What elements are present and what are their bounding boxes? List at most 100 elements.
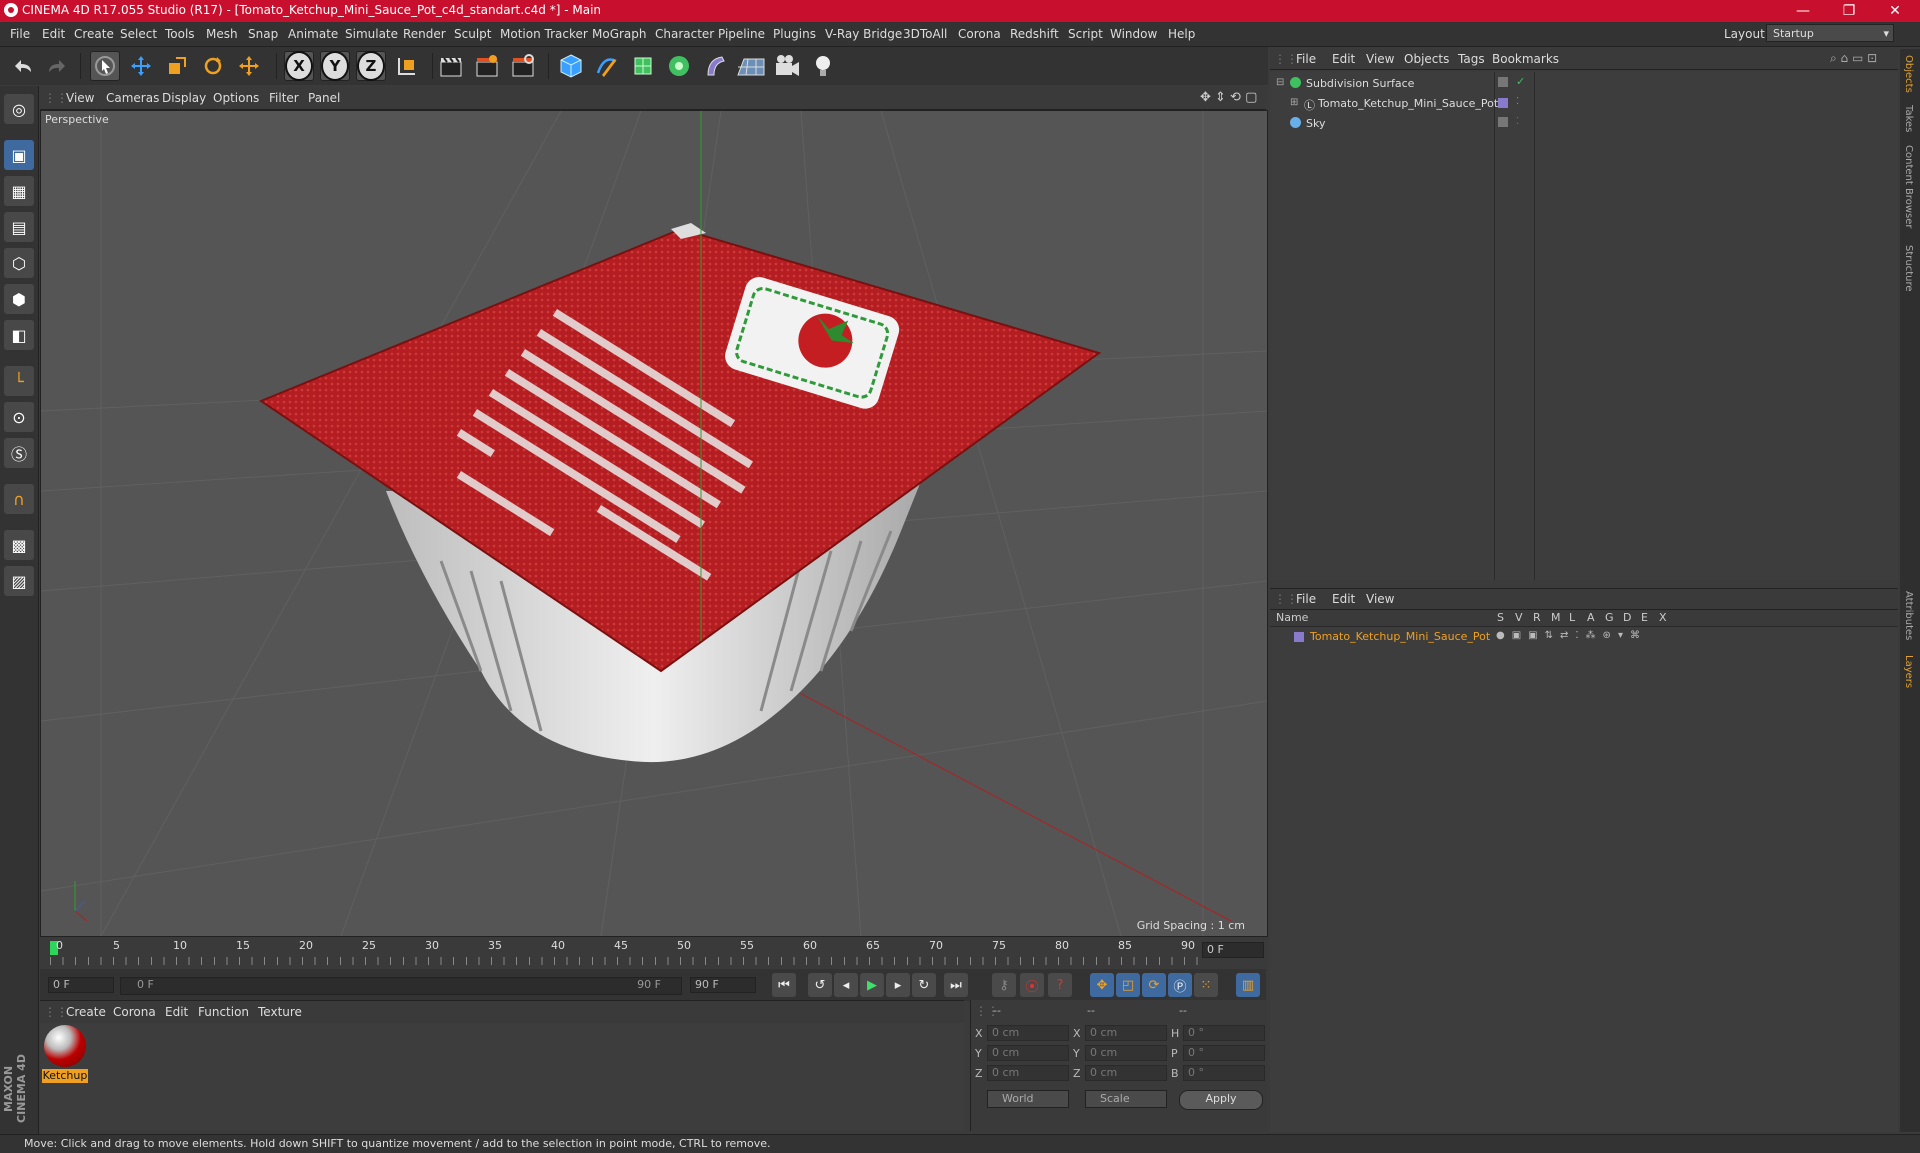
layer-name[interactable]: Tomato_Ketchup_Mini_Sauce_Pot (1310, 630, 1490, 643)
y-axis-lock-button[interactable]: Y (320, 51, 350, 81)
model-mode-button[interactable]: ▣ (4, 140, 34, 170)
add-floor-button[interactable] (736, 51, 766, 81)
layer-menu-view[interactable]: View (1366, 592, 1394, 606)
render-to-picture-viewer-button[interactable] (472, 51, 502, 81)
object-row-sky[interactable]: Sky ⁚ (1270, 114, 1898, 134)
material-menu-function[interactable]: Function (198, 1005, 249, 1019)
menu-edit[interactable]: Edit (42, 27, 65, 41)
material-menu-texture[interactable]: Texture (258, 1005, 302, 1019)
enabled-check-icon[interactable]: ✓ (1516, 75, 1525, 88)
undo-button[interactable] (8, 51, 38, 81)
material-menu-edit[interactable]: Edit (165, 1005, 188, 1019)
tab-content-browser[interactable]: Content Browser (1903, 145, 1914, 228)
layer-col-expressions[interactable]: E (1641, 611, 1648, 624)
add-array-button[interactable] (664, 51, 694, 81)
viewport-navigation-icons[interactable]: ✥ ⇕ ⟲ ▢ (1200, 90, 1257, 105)
menu-motion-tracker[interactable]: Motion Tracker (500, 27, 588, 41)
menu-animate[interactable]: Animate (288, 27, 338, 41)
layer-col-name[interactable]: Name (1276, 611, 1308, 624)
tab-structure[interactable]: Structure (1903, 245, 1914, 292)
menu-file[interactable]: File (10, 27, 30, 41)
visibility-editor-icon[interactable] (1498, 117, 1508, 127)
material-menu-create[interactable]: Create (66, 1005, 106, 1019)
start-frame-field[interactable]: 0 F (48, 977, 114, 993)
keyframe-selection-button[interactable]: ? (1048, 973, 1072, 997)
position-z-field[interactable]: 0 cm (987, 1065, 1069, 1081)
record-position-button[interactable]: ✥ (1090, 973, 1114, 997)
tab-layers[interactable]: Layers (1903, 655, 1914, 688)
object-menu-file[interactable]: File (1296, 52, 1316, 66)
menu-render[interactable]: Render (403, 27, 446, 41)
rotation-p-field[interactable]: 0 ° (1183, 1045, 1265, 1061)
x-axis-lock-button[interactable]: X (284, 51, 314, 81)
menu-corona[interactable]: Corona (958, 27, 1001, 41)
viewport-menu-filter[interactable]: Filter (269, 91, 299, 105)
layout-select[interactable]: Startup (1766, 24, 1894, 43)
viewport-menu-view[interactable]: View (66, 91, 94, 105)
apply-button[interactable]: Apply (1179, 1090, 1263, 1110)
visibility-dots-icon[interactable]: ⁚ (1516, 116, 1519, 127)
tab-takes[interactable]: Takes (1903, 105, 1914, 132)
layer-col-animation[interactable]: A (1587, 611, 1595, 624)
layer-color-swatch[interactable] (1294, 632, 1304, 642)
viewport-menu-cameras[interactable]: Cameras (106, 91, 159, 105)
render-settings-button[interactable] (508, 51, 538, 81)
menu-snap[interactable]: Snap (248, 27, 278, 41)
axis-mode-button[interactable]: └ (4, 366, 34, 396)
menu-window[interactable]: Window (1110, 27, 1157, 41)
next-key-button[interactable]: ↻ (912, 973, 936, 997)
autokey-button[interactable]: ⦿ (1020, 973, 1044, 997)
z-axis-lock-button[interactable]: Z (356, 51, 386, 81)
record-scale-button[interactable]: ◰ (1116, 973, 1140, 997)
move-tool-button[interactable] (126, 51, 156, 81)
material-menu-corona[interactable]: Corona (113, 1005, 156, 1019)
size-mode-select[interactable]: Scale (1085, 1090, 1167, 1108)
make-editable-button[interactable]: ◎ (4, 94, 34, 124)
menu-create[interactable]: Create (74, 27, 114, 41)
menu-character[interactable]: Character (655, 27, 714, 41)
previous-key-button[interactable]: ↺ (808, 973, 832, 997)
position-y-field[interactable]: 0 cm (987, 1045, 1069, 1061)
menu-script[interactable]: Script (1068, 27, 1103, 41)
planar-workplane-button[interactable]: ▨ (4, 566, 34, 596)
size-z-field[interactable]: 0 cm (1085, 1065, 1167, 1081)
add-cube-button[interactable] (556, 51, 586, 81)
menu-redshift[interactable]: Redshift (1010, 27, 1059, 41)
layer-col-locked[interactable]: L (1569, 611, 1575, 624)
material-ketchup[interactable]: Ketchup (40, 1023, 92, 1087)
size-x-field[interactable]: 0 cm (1085, 1025, 1167, 1041)
lock-workplane-button[interactable]: ▩ (4, 530, 34, 560)
add-spline-button[interactable] (592, 51, 622, 81)
minimize-button[interactable]: — (1780, 0, 1826, 22)
menu-mesh[interactable]: Mesh (206, 27, 238, 41)
play-button[interactable]: ▶ (860, 973, 884, 997)
snap-button[interactable]: Ⓢ (4, 438, 34, 468)
object-menu-edit[interactable]: Edit (1332, 52, 1355, 66)
layer-row[interactable]: Tomato_Ketchup_Mini_Sauce_Pot ●▣▣⇅⇄⁚⁂⊛▾⌘ (1270, 629, 1898, 645)
expand-toggle-icon[interactable]: ⊞ (1290, 97, 1298, 108)
object-menu-view[interactable]: View (1366, 52, 1394, 66)
record-parameter-button[interactable]: Ⓟ (1168, 973, 1192, 997)
texture-mode-button[interactable]: ▦ (4, 176, 34, 206)
expand-toggle-icon[interactable]: ⊟ (1276, 77, 1284, 88)
object-row-sauce-pot[interactable]: ⊞ Ⓛ Tomato_Ketchup_Mini_Sauce_Pot ⁚ (1270, 94, 1898, 114)
rotation-h-field[interactable]: 0 ° (1183, 1025, 1265, 1041)
maximize-button[interactable]: ❐ (1826, 0, 1872, 22)
viewport-menu-panel[interactable]: Panel (308, 91, 340, 105)
object-manager-tools[interactable]: ⌕ ⌂ ▭ ⊡ (1830, 51, 1877, 66)
position-x-field[interactable]: 0 cm (987, 1025, 1069, 1041)
menu-tools[interactable]: Tools (165, 27, 195, 41)
visibility-dots-icon[interactable]: ⁚ (1516, 96, 1519, 107)
add-deformer-button[interactable] (700, 51, 730, 81)
viewport-menu-options[interactable]: Options (213, 91, 259, 105)
record-pla-button[interactable]: ⁙ (1194, 973, 1218, 997)
tweak-mode-button[interactable]: ⊙ (4, 402, 34, 432)
layer-col-view[interactable]: V (1515, 611, 1523, 624)
frame-range-slider[interactable]: 0 F 90 F (120, 977, 682, 995)
layer-col-render[interactable]: R (1533, 611, 1541, 624)
menu-select[interactable]: Select (120, 27, 157, 41)
menu-3dtoall[interactable]: 3DToAll (903, 27, 947, 41)
end-frame-field[interactable]: 90 F (690, 977, 756, 993)
rotate-tool-button[interactable] (198, 51, 228, 81)
layer-col-generators[interactable]: G (1605, 611, 1614, 624)
